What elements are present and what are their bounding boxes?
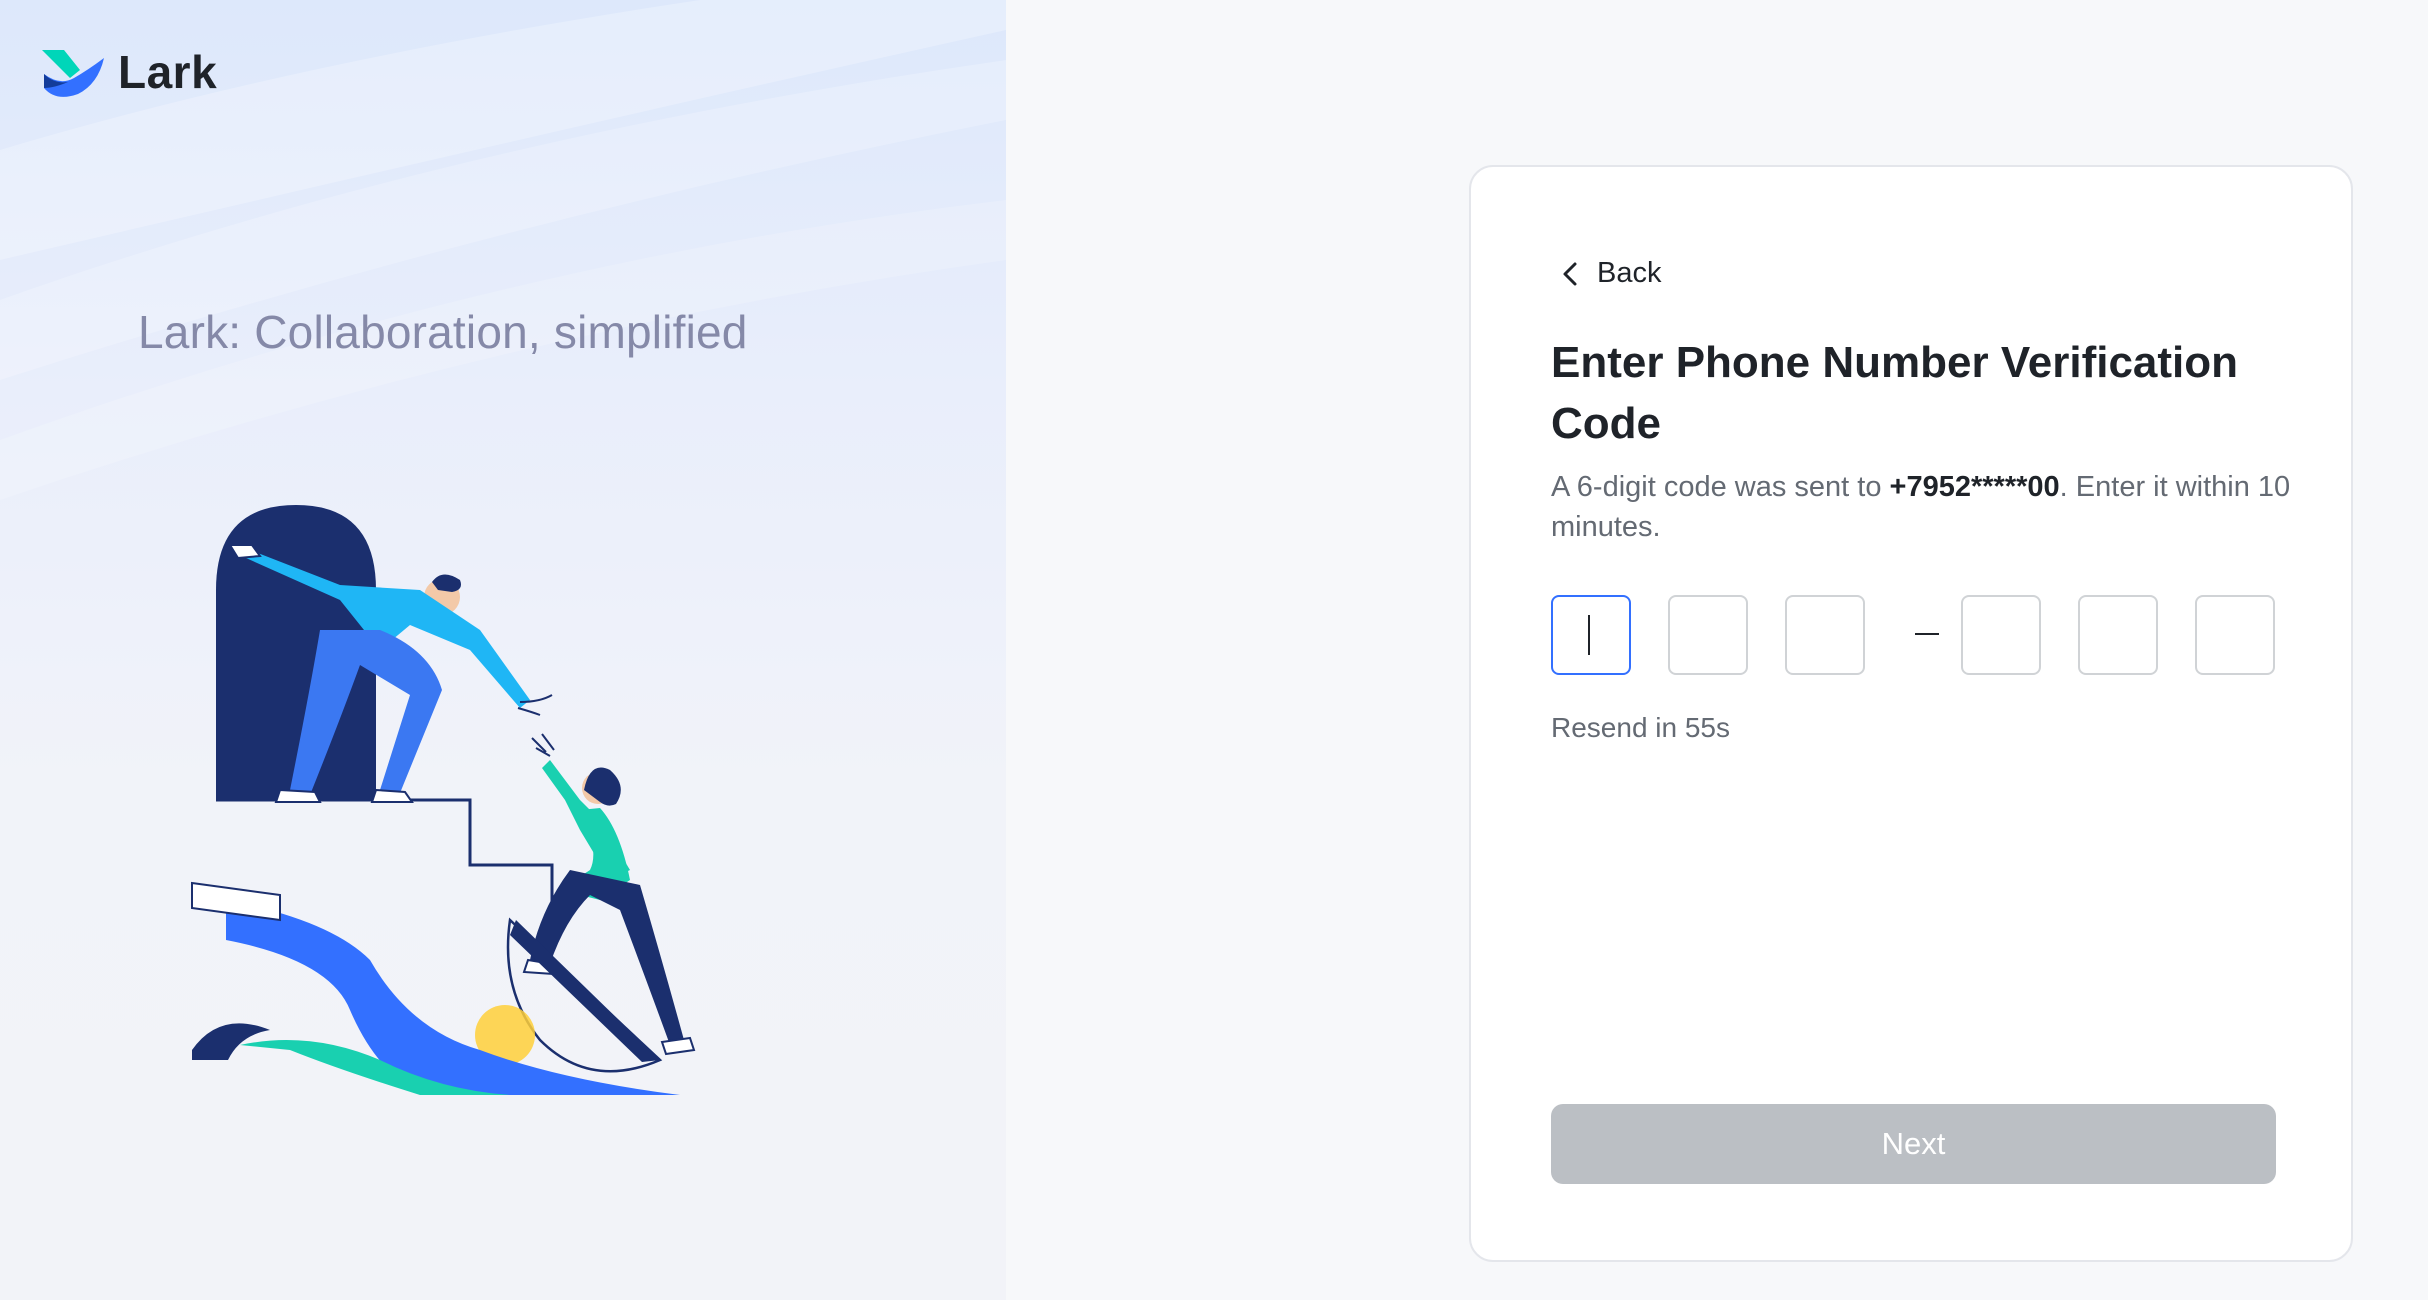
paper-strip [191,881,281,922]
lark-logo[interactable]: Lark [40,44,217,100]
code-digit-3-input[interactable] [1785,595,1865,675]
chevron-left-icon [1563,262,1577,285]
lark-bird-logo-icon [42,50,104,97]
code-digit-4-input[interactable] [1961,595,2041,675]
text-cursor [1588,615,1590,655]
masked-phone-number: +7952*****00 [1889,471,2060,503]
brand-panel: Lark Lark: Collaboration, simplified [0,0,1006,1300]
back-label: Back [1597,257,1662,289]
login-page: Lark Lark: Collaboration, simplified Bac… [0,0,2428,1300]
next-button[interactable]: Next [1551,1104,2276,1184]
back-button[interactable]: Back [1559,257,1661,290]
brand-tagline: Lark: Collaboration, simplified [138,306,748,358]
code-separator-dash [1915,633,1939,635]
code-digit-6-input[interactable] [2195,595,2275,675]
blue-ribbon [226,900,680,1095]
code-digit-5-input[interactable] [2078,595,2158,675]
code-digit-2-input[interactable] [1668,595,1748,675]
instruction-prefix: A 6-digit code was sent to [1551,471,1890,503]
verification-card: Back Enter Phone Number Verification Cod… [1469,165,2353,1262]
code-input-group [1551,595,2277,675]
collaboration-illustration [191,505,696,1095]
instruction-text: A 6-digit code was sent to +7952*****00.… [1551,467,2291,547]
code-digit-1-input[interactable] [1551,595,1631,675]
woman-figure [522,733,696,1056]
brand-name: Lark [118,46,218,98]
resend-countdown: Resend in 55s [1551,712,1731,743]
navy-ribbon [192,1023,270,1060]
page-title: Enter Phone Number Verification Code [1551,338,2239,448]
